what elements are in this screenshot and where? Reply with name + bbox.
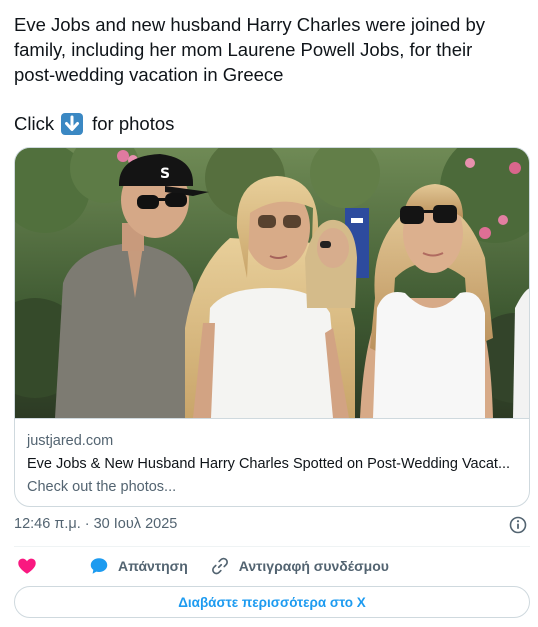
click-for-photos-line: Click for photos [14, 111, 174, 136]
speech-bubble-icon [90, 558, 108, 574]
down-arrow-emoji-icon [61, 112, 84, 135]
reply-label: Απάντηση [118, 558, 188, 574]
card-image[interactable]: S [15, 148, 529, 418]
tweet-text-line-1: Eve Jobs and new husband Harry Charles w… [14, 14, 485, 35]
link-icon [211, 557, 228, 575]
card-title[interactable]: Eve Jobs & New Husband Harry Charles Spo… [27, 456, 521, 472]
tweet-text-line-2: family, including her mom Laurene Powell… [14, 39, 473, 60]
copy-link-button[interactable]: Αντιγραφή συνδέσμου [188, 555, 389, 577]
link-preview-card[interactable]: S justjared.com Eve Jobs & New Husband H… [14, 147, 530, 507]
card-meta[interactable]: justjared.com Eve Jobs & New Husband Har… [15, 418, 529, 506]
divider [14, 546, 530, 547]
info-icon[interactable] [509, 516, 527, 534]
tweet-timestamp[interactable]: 12:46 π.μ. · 30 Ιουλ 2025 [14, 516, 177, 532]
card-description[interactable]: Check out the photos... [27, 479, 176, 495]
click-prefix: Click [14, 113, 55, 134]
heart-icon [18, 558, 36, 574]
like-button[interactable] [14, 555, 38, 577]
tweet-text-line-3: post-wedding vacation in Greece [14, 64, 284, 85]
copy-link-label: Αντιγραφή συνδέσμου [238, 558, 389, 574]
reply-button[interactable]: Απάντηση [38, 555, 188, 577]
tweet-actions: Απάντηση Αντιγραφή συνδέσμου [14, 555, 389, 577]
card-domain[interactable]: justjared.com [27, 433, 113, 449]
tweet-text: Eve Jobs and new husband Harry Charles w… [14, 12, 524, 87]
svg-text:S: S [160, 166, 170, 182]
read-more-button[interactable]: Διαβάστε περισσότερα στο X [14, 586, 530, 618]
click-suffix: for photos [92, 113, 175, 134]
card-photo: S [15, 148, 529, 418]
